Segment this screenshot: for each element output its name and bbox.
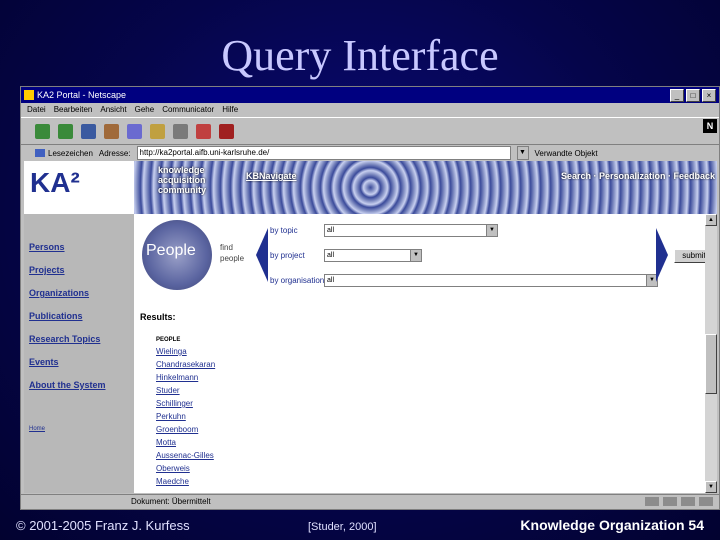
status-security-icon[interactable] (645, 497, 659, 506)
scroll-down-icon[interactable]: ▼ (705, 481, 717, 493)
browser-window: KA2 Portal - Netscape _ □ × Datei Bearbe… (20, 86, 720, 510)
chevron-down-icon: ▼ (410, 250, 421, 261)
person-link[interactable]: Oberweis (156, 464, 190, 473)
status-composer-icon[interactable] (699, 497, 713, 506)
home-link[interactable]: Home (29, 426, 45, 432)
status-text: Dokument: Übermittelt (131, 497, 211, 506)
person-link[interactable]: Hinkelmann (156, 373, 198, 382)
person-link[interactable]: Chandrasekaran (156, 360, 215, 369)
sidebar-item-persons[interactable]: Persons (29, 242, 65, 252)
organisation-select-value: all (327, 277, 335, 284)
back-icon[interactable] (35, 123, 50, 139)
forward-icon[interactable] (58, 123, 73, 139)
sidebar-item-about[interactable]: About the System (29, 380, 106, 390)
window-title: KA2 Portal - Netscape (37, 90, 127, 100)
top-nav-links[interactable]: Search · Personalization · Feedback (561, 171, 715, 181)
results-heading: Results: (140, 312, 176, 322)
vertical-scrollbar[interactable]: ▲ ▼ (705, 214, 717, 493)
bookmarks-label: Lesezeichen (48, 148, 93, 158)
menu-bar: Datei Bearbeiten Ansicht Gehe Communicat… (21, 103, 719, 117)
location-bar: Lesezeichen Adresse: http://ka2portal.ai… (21, 145, 719, 161)
filter-organisation-label: by organisation (270, 276, 325, 285)
page-viewport: KA² knowledge acquisition community KBNa… (24, 161, 717, 493)
close-button[interactable]: × (702, 89, 716, 102)
netscape-logo-icon: N (703, 119, 717, 133)
menu-bearbeiten[interactable]: Bearbeiten (54, 103, 93, 117)
topic-select-value: all (327, 227, 335, 234)
community-label: knowledge acquisition community (158, 165, 206, 195)
stop-icon[interactable] (219, 123, 234, 139)
menu-communicator[interactable]: Communicator (162, 103, 214, 117)
person-link[interactable]: Maedche (156, 477, 189, 486)
bookmarks-icon (35, 149, 45, 157)
related-button[interactable]: Verwandte Objekt (535, 149, 598, 158)
menu-ansicht[interactable]: Ansicht (100, 103, 126, 117)
chevron-down-icon: ▼ (486, 225, 497, 236)
filter-topic-label: by topic (270, 226, 298, 235)
sidebar-item-publications[interactable]: Publications (29, 311, 83, 321)
main-content: People find people by topic all ▼ by pro… (134, 214, 717, 493)
search-icon[interactable] (127, 123, 142, 139)
find-line: find (220, 243, 233, 252)
scroll-thumb[interactable] (705, 334, 717, 394)
ka2-logo-text: KA² (30, 167, 80, 198)
scroll-up-icon[interactable]: ▲ (705, 214, 717, 226)
guide-icon[interactable] (150, 123, 165, 139)
security-icon[interactable] (196, 123, 211, 139)
footer-course-page: Knowledge Organization 54 (520, 517, 704, 533)
minimize-button[interactable]: _ (670, 89, 684, 102)
address-dropdown-icon[interactable]: ▼ (516, 146, 529, 160)
community-line: knowledge (158, 165, 205, 175)
navigation-toolbar (21, 117, 719, 145)
person-link[interactable]: Perkuhn (156, 412, 186, 421)
status-bar: Dokument: Übermittelt (21, 494, 719, 509)
kbnavigate-link[interactable]: KBNavigate (246, 171, 297, 181)
person-link[interactable]: Motta (156, 438, 176, 447)
person-link[interactable]: Schillinger (156, 399, 193, 408)
status-navigator-icon[interactable] (663, 497, 677, 506)
address-input[interactable]: http://ka2portal.aifb.uni-karlsruhe.de/ (136, 146, 511, 160)
sidebar-item-organizations[interactable]: Organizations (29, 288, 89, 298)
community-line: acquisition (158, 175, 206, 185)
person-link[interactable]: Studer (156, 386, 180, 395)
print-icon[interactable] (173, 123, 188, 139)
netscape-icon (24, 90, 34, 100)
ka2-logo[interactable]: KA² (24, 161, 134, 214)
find-line: people (220, 254, 245, 263)
right-arrow-icon (656, 228, 668, 282)
community-line: community (158, 185, 207, 195)
find-people-label: find people (220, 242, 244, 264)
project-select-value: all (327, 252, 335, 259)
people-header: PEOPLE (156, 337, 181, 343)
project-select[interactable]: all ▼ (324, 249, 422, 262)
sidebar-item-research-topics[interactable]: Research Topics (29, 334, 100, 344)
people-label: People (146, 242, 196, 259)
sidebar: Persons Projects Organizations Publicati… (24, 214, 134, 493)
filter-project-label: by project (270, 251, 305, 260)
maximize-button[interactable]: □ (686, 89, 700, 102)
left-arrow-icon (256, 228, 268, 282)
menu-datei[interactable]: Datei (27, 103, 46, 117)
topic-select[interactable]: all ▼ (324, 224, 498, 237)
status-mail-icon[interactable] (681, 497, 695, 506)
reload-icon[interactable] (81, 123, 96, 139)
menu-hilfe[interactable]: Hilfe (222, 103, 238, 117)
sidebar-item-events[interactable]: Events (29, 357, 59, 367)
person-link[interactable]: Aussenac-Gilles (156, 451, 214, 460)
site-header: KA² knowledge acquisition community KBNa… (24, 161, 717, 214)
window-titlebar[interactable]: KA2 Portal - Netscape _ □ × (21, 87, 719, 103)
organisation-select[interactable]: all ▼ (324, 274, 658, 287)
person-link[interactable]: Groenboom (156, 425, 198, 434)
bookmarks-button[interactable]: Lesezeichen (35, 149, 93, 158)
footer-copyright: © 2001-2005 Franz J. Kurfess (16, 518, 190, 533)
slide-title: Query Interface (221, 31, 499, 80)
person-link[interactable]: Wielinga (156, 347, 187, 356)
footer-citation: [Studer, 2000] (308, 521, 377, 533)
home-icon[interactable] (104, 123, 119, 139)
menu-gehe[interactable]: Gehe (135, 103, 155, 117)
address-label: Adresse: (98, 148, 131, 158)
sidebar-item-projects[interactable]: Projects (29, 265, 65, 275)
